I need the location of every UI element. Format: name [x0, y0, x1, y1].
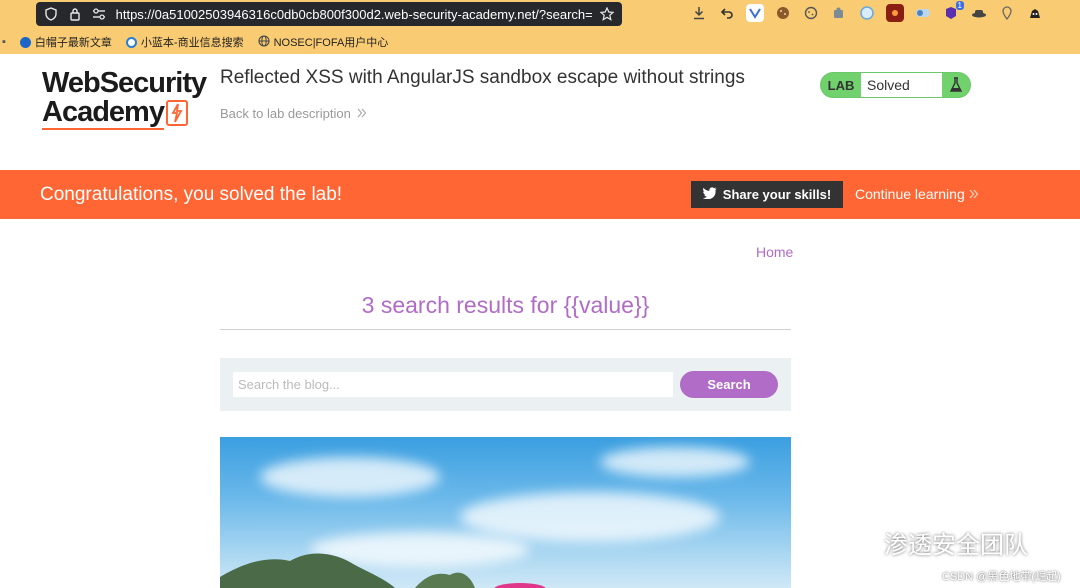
- undo-icon[interactable]: [718, 4, 736, 22]
- continue-learning-label: Continue learning: [855, 186, 965, 202]
- congratulations-message: Congratulations, you solved the lab!: [40, 184, 343, 205]
- search-input[interactable]: [233, 372, 673, 397]
- lightning-bolt-icon: [165, 99, 188, 126]
- flask-icon: [942, 73, 970, 97]
- bookmark-label: 小蓝本-商业信息搜索: [140, 37, 244, 49]
- cookie-icon[interactable]: [774, 4, 792, 22]
- bookmark-favicon-icon: [19, 36, 31, 48]
- bookmark-favicon-icon: [125, 36, 137, 48]
- back-to-description-link[interactable]: Back to lab description: [220, 106, 367, 121]
- cookie-outline-icon[interactable]: [802, 4, 820, 22]
- url-text[interactable]: https://0a51002503946316c0db0cb800f300d2…: [116, 7, 593, 22]
- continue-learning-link[interactable]: Continue learning: [855, 186, 979, 202]
- lab-header: WebSecurity Academy Reflected XSS with A…: [0, 54, 1080, 170]
- address-bar[interactable]: https://0a51002503946316c0db0cb800f300d2…: [36, 2, 622, 26]
- bookmark-item[interactable]: NOSEC|FOFA用户中心: [258, 34, 389, 50]
- wechat-icon: [838, 525, 878, 560]
- logo-text-line1: WebSecurity: [42, 67, 207, 99]
- spy-icon[interactable]: [1026, 4, 1044, 22]
- bookmark-label: NOSEC|FOFA用户中心: [273, 37, 389, 49]
- location-pin-icon[interactable]: [998, 4, 1016, 22]
- bookmark-item[interactable]: 小蓝本-商业信息搜索: [125, 34, 244, 50]
- lab-title: Reflected XSS with AngularJS sandbox esc…: [220, 67, 745, 88]
- bookmark-item[interactable]: 白帽子最新文章: [19, 34, 112, 50]
- lock-icon[interactable]: [66, 5, 84, 23]
- bookmarks-bar: ▪ 白帽子最新文章 小蓝本-商业信息搜索 NOSEC|FOFA用户中心: [0, 30, 1080, 54]
- shield-icon[interactable]: [42, 5, 60, 23]
- search-results-heading: 3 search results for {{value}}: [361, 292, 650, 318]
- bookmark-overflow-icon[interactable]: ▪: [2, 36, 6, 48]
- extension-blue-icon[interactable]: [746, 4, 764, 22]
- bookmark-label: 白帽子最新文章: [34, 37, 112, 49]
- hat-icon[interactable]: [970, 4, 988, 22]
- csdn-credit: CSDN @黑色地带(崛起): [942, 571, 1061, 583]
- nav-home-link[interactable]: Home: [756, 244, 793, 260]
- circle-blue-icon[interactable]: [858, 4, 876, 22]
- lab-status-text: Solved: [861, 73, 942, 97]
- blog-post-image[interactable]: [220, 437, 791, 588]
- double-chevron-right-icon: [357, 106, 367, 121]
- extension-badge: 1: [955, 1, 964, 10]
- browser-toolbar: https://0a51002503946316c0db0cb800f300d2…: [0, 0, 1080, 30]
- watermark-team-name: 渗透安全团队: [884, 532, 1028, 559]
- back-link-label: Back to lab description: [220, 106, 351, 121]
- lab-tag: LAB: [827, 77, 855, 93]
- heading-divider: [220, 329, 791, 330]
- toggle-icon[interactable]: [914, 4, 932, 22]
- logo-underline: [42, 128, 164, 130]
- bookmark-star-icon[interactable]: [598, 5, 616, 23]
- solved-banner: Congratulations, you solved the lab! Sha…: [0, 170, 1080, 219]
- share-skills-label: Share your skills!: [722, 187, 832, 202]
- burp-icon[interactable]: [886, 4, 904, 22]
- search-button[interactable]: Search: [680, 371, 778, 398]
- site-permissions-icon[interactable]: [90, 5, 108, 23]
- download-icon[interactable]: [690, 4, 708, 22]
- share-skills-button[interactable]: Share your skills!: [691, 181, 843, 208]
- watermark: 渗透安全团队: [838, 525, 1028, 560]
- hackbar-icon[interactable]: 1: [942, 1, 964, 22]
- twitter-icon: [702, 187, 717, 202]
- globe-icon: [258, 34, 270, 50]
- search-form: Search: [220, 358, 791, 411]
- lab-status-widget: LAB Solved: [820, 72, 971, 98]
- double-chevron-right-icon: [969, 186, 979, 202]
- web-security-academy-logo[interactable]: WebSecurity Academy: [42, 69, 212, 130]
- puzzle-icon[interactable]: [830, 4, 848, 22]
- logo-text-line2: Academy: [42, 96, 165, 128]
